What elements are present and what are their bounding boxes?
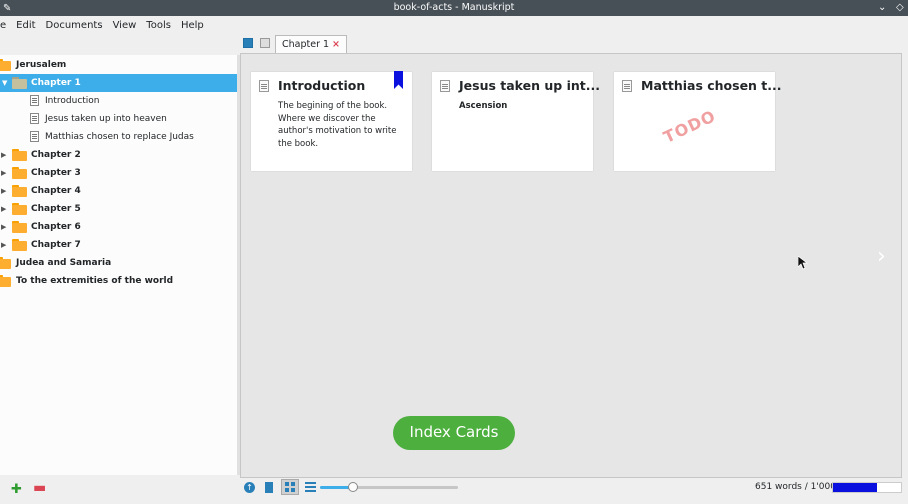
add-item-button[interactable]: ✚	[11, 482, 22, 497]
remove-item-button[interactable]: ▬	[33, 480, 46, 496]
tree-item-chapter-6[interactable]: ▶ Chapter 6	[0, 218, 237, 236]
tree-item-chapter-5[interactable]: ▶ Chapter 5	[0, 200, 237, 218]
tree-item-chapter-4[interactable]: ▶ Chapter 4	[0, 182, 237, 200]
folder-icon	[0, 59, 11, 71]
folder-icon	[12, 167, 27, 179]
chevron-right-icon[interactable]: ›	[877, 244, 886, 269]
tree-item-label: Matthias chosen to replace Judas	[45, 132, 194, 142]
menu-tools[interactable]: Tools	[141, 16, 176, 35]
tree-item-label: Introduction	[45, 96, 100, 106]
tree-item-label: To the extremities of the world	[16, 276, 174, 286]
card-title: Jesus taken up int...	[459, 78, 600, 93]
menu-view[interactable]: View	[108, 16, 142, 35]
corkboard-view-icon[interactable]	[281, 479, 299, 495]
menu-bar: e Edit Documents View Tools Help	[0, 16, 908, 35]
menu-documents[interactable]: Documents	[41, 16, 108, 35]
tree-item-jerusalem[interactable]: Jerusalem	[0, 56, 237, 74]
card-summary: The begining of the book. Where we disco…	[278, 101, 397, 149]
tree-item-chapter-7[interactable]: ▶ Chapter 7	[0, 236, 237, 254]
folder-icon	[0, 257, 11, 269]
index-cards-overlay: Index Cards	[393, 416, 515, 450]
tree-item-label: Chapter 3	[31, 168, 81, 178]
tree-item-jesus-taken-up[interactable]: Jesus taken up into heaven	[0, 110, 237, 128]
tree-item-label: Judea and Samaria	[16, 258, 112, 268]
word-count: 651 words / 1'000	[755, 482, 836, 492]
index-card-introduction[interactable]: Introduction The begining of the book. W…	[251, 72, 412, 171]
tree-item-introduction[interactable]: Introduction	[0, 92, 237, 110]
tree-item-label: Jesus taken up into heaven	[45, 114, 167, 124]
tree-item-extremities[interactable]: To the extremities of the world	[0, 272, 237, 290]
tree-item-chapter-1[interactable]: ▼ Chapter 1	[0, 74, 237, 92]
tab-chapter-1[interactable]: Chapter 1 ×	[275, 35, 347, 54]
chevron-right-icon[interactable]: ▶	[1, 205, 6, 213]
word-goal-progress	[832, 482, 902, 493]
card-title: Introduction	[278, 78, 366, 93]
card-label: Ascension	[459, 101, 508, 111]
tree-item-label: Jerusalem	[16, 60, 67, 70]
document-icon	[30, 131, 39, 142]
folder-icon	[12, 239, 27, 251]
tab-label: Chapter 1	[282, 39, 330, 50]
layout-icon[interactable]	[260, 38, 270, 48]
tree-item-judea-samaria[interactable]: Judea and Samaria	[0, 254, 237, 272]
tree-item-chapter-3[interactable]: ▶ Chapter 3	[0, 164, 237, 182]
title-bar: ✎ book-of-acts - Manuskript ⌄ ◇	[0, 0, 908, 16]
tree-item-label: Chapter 6	[31, 222, 81, 232]
tree-item-label: Chapter 7	[31, 240, 81, 250]
tree-item-label: Chapter 5	[31, 204, 81, 214]
arrow-up-icon[interactable]: ↑	[244, 482, 255, 493]
menu-file[interactable]: e	[0, 16, 11, 35]
close-icon[interactable]: ×	[332, 36, 340, 54]
folder-icon	[12, 77, 27, 89]
outline-view-icon[interactable]	[305, 482, 316, 492]
outline-tree: Jerusalem ▼ Chapter 1 Introduction Jesus…	[0, 55, 237, 475]
folder-icon	[12, 185, 27, 197]
document-icon	[30, 113, 39, 124]
menu-help[interactable]: Help	[176, 16, 209, 35]
chevron-right-icon[interactable]: ▶	[1, 151, 6, 159]
folder-icon	[0, 275, 11, 287]
index-card-jesus-taken-up[interactable]: Jesus taken up int... Ascension	[432, 72, 600, 171]
folder-icon	[12, 149, 27, 161]
progress-fill	[833, 483, 878, 492]
text-view-icon[interactable]	[265, 482, 273, 493]
chevron-down-icon[interactable]: ▼	[2, 79, 7, 87]
chevron-right-icon[interactable]: ▶	[1, 241, 6, 249]
tree-item-label: Chapter 4	[31, 186, 81, 196]
document-icon	[440, 80, 450, 92]
chevron-down-icon[interactable]: ⌄	[878, 0, 886, 16]
document-icon	[30, 95, 39, 106]
tree-item-chapter-2[interactable]: ▶ Chapter 2	[0, 146, 237, 164]
window-title: book-of-acts - Manuskript	[393, 2, 515, 13]
chevron-right-icon[interactable]: ▶	[1, 187, 6, 195]
document-icon	[622, 80, 632, 92]
document-icon	[259, 80, 269, 92]
folder-icon	[12, 203, 27, 215]
app-icon: ✎	[3, 3, 12, 14]
menu-edit[interactable]: Edit	[11, 16, 40, 35]
folder-icon	[12, 221, 27, 233]
chevron-right-icon[interactable]: ▶	[1, 223, 6, 231]
diamond-icon[interactable]: ◇	[896, 0, 904, 16]
tree-item-label: Chapter 1	[31, 78, 81, 88]
zoom-slider-handle[interactable]	[348, 482, 358, 492]
tree-item-matthias[interactable]: Matthias chosen to replace Judas	[0, 128, 237, 146]
card-title: Matthias chosen t...	[641, 78, 782, 93]
tree-item-label: Chapter 2	[31, 150, 81, 160]
split-view-icon[interactable]	[243, 38, 253, 48]
chevron-right-icon[interactable]: ▶	[1, 169, 6, 177]
